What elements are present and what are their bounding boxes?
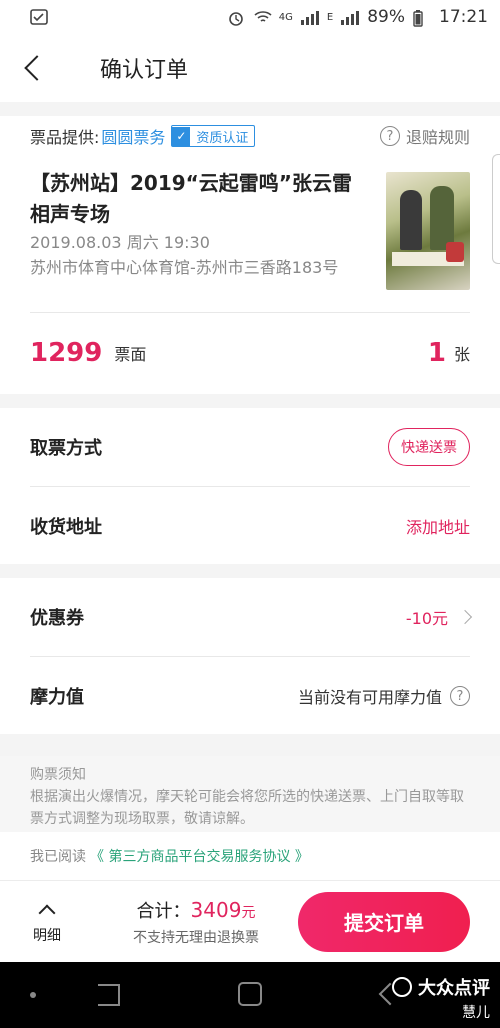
points-value: 当前没有可用摩力值 [297, 688, 442, 707]
battery-percent: 89% [367, 7, 405, 27]
refund-rules-link[interactable]: ? 退赔规则 [379, 124, 470, 148]
event-title: 【苏州站】2019“云起雷鸣”张云雷相声专场 [30, 171, 352, 226]
alarm-icon [227, 9, 245, 26]
watermark: 大众点评 慧儿 [392, 974, 490, 1022]
network-4g-label: 4G [278, 11, 293, 23]
coupon-label: 优惠券 [30, 608, 84, 629]
ticket-price: 1299 [30, 338, 103, 368]
coupon-value: -10元 [405, 609, 448, 628]
provider-label: 票品提供: [30, 128, 100, 147]
add-address-link[interactable]: 添加地址 [406, 514, 470, 538]
delivery-method-right: 快递送票 [388, 428, 470, 466]
battery-icon [413, 9, 431, 27]
clock-time: 17:21 [439, 7, 488, 27]
status-left [30, 9, 48, 25]
ticket-quantity: 1 [427, 338, 446, 368]
discounts-card: 优惠券 -10元 摩力值 当前没有可用摩力值 ? [0, 578, 500, 734]
status-right: 4G E 89% 17:21 [227, 7, 488, 27]
signal2-icon [341, 9, 360, 25]
event-venue: 苏州市体育中心体育馆-苏州市三香路183号 [30, 258, 339, 277]
coupon-row[interactable]: 优惠券 -10元 [0, 578, 500, 656]
refund-rules-label: 退赔规则 [405, 128, 470, 147]
delivery-method-row: 取票方式 快递送票 [0, 408, 500, 486]
watermark-brand-row: 大众点评 [392, 974, 490, 1000]
coupon-right: -10元 [405, 605, 473, 629]
ticket-card: 票品提供: 圆圆票务 ✓ 资质认证 ? 退赔规则 【苏州站】2019“云起雷鸣”… [0, 116, 500, 394]
watermark-user: 慧儿 [462, 1005, 490, 1021]
chevron-right-icon [457, 609, 473, 625]
page-title: 确认订单 [100, 58, 189, 83]
wifi-icon [253, 9, 272, 25]
agreement-prefix: 我已阅读 [30, 849, 86, 865]
address-right: 添加地址 [406, 514, 470, 538]
home-icon[interactable] [238, 982, 262, 1006]
points-row: 摩力值 当前没有可用摩力值 ? [0, 657, 500, 735]
price-row: 1299 票面 1 张 [0, 313, 500, 393]
address-label: 收货地址 [30, 517, 102, 538]
network-e-label: E [326, 11, 334, 23]
checkout-bar: 明细 合计：3409元 不支持无理由退换票 提交订单 [0, 880, 500, 962]
recent-apps-icon[interactable] [98, 984, 120, 1006]
signal-icon [300, 9, 319, 25]
provider-name-link[interactable]: 圆圆票务 [101, 124, 165, 148]
express-delivery-button[interactable]: 快递送票 [388, 428, 470, 466]
dot-icon[interactable] [30, 992, 36, 998]
nav-bar: 确认订单 [0, 34, 500, 102]
purchase-notice: 购票须知 根据演出火爆情况，摩天轮可能会将您所选的快递送票、上门自取等取票方式调… [0, 756, 500, 832]
agreement-link[interactable]: 《 第三方商品平台交易服务协议 》 [90, 846, 309, 866]
edge-panel-handle[interactable] [492, 154, 500, 264]
agreement-row: 我已阅读 《 第三方商品平台交易服务协议 》 [0, 832, 500, 880]
question-icon: ? [379, 126, 400, 146]
check-icon: ✓ [172, 126, 191, 146]
watermark-brand: 大众点评 [418, 978, 490, 999]
delivery-method-label: 取票方式 [30, 438, 102, 459]
event-info-block[interactable]: 【苏州站】2019“云起雷鸣”张云雷相声专场 2019.08.03 周六 19:… [0, 168, 500, 290]
event-date: 2019.08.03 周六 19:30 [30, 233, 210, 252]
dianping-logo-icon [392, 977, 412, 997]
no-refund-note: 不支持无理由退换票 [133, 929, 259, 946]
total-line: 合计：3409元 [137, 897, 256, 923]
event-poster-image[interactable] [386, 172, 470, 290]
details-label: 明细 [33, 927, 61, 944]
cert-badge[interactable]: ✓ 资质认证 [171, 125, 256, 147]
provider-row: 票品提供: 圆圆票务 ✓ 资质认证 ? 退赔规则 [0, 116, 500, 156]
delivery-card: 取票方式 快递送票 收货地址 添加地址 [0, 408, 500, 564]
event-text: 【苏州站】2019“云起雷鸣”张云雷相声专场 2019.08.03 周六 19:… [30, 168, 364, 290]
back-arrow-icon[interactable] [18, 53, 48, 83]
quantity-unit: 张 [453, 345, 470, 364]
points-label: 摩力值 [30, 687, 84, 708]
cert-label: 资质认证 [196, 130, 249, 146]
total-amount: 3409 [190, 897, 242, 922]
status-bar: 4G E 89% 17:21 [0, 0, 500, 34]
address-row[interactable]: 收货地址 添加地址 [0, 487, 500, 565]
details-toggle[interactable]: 明细 [0, 899, 94, 945]
submit-order-button[interactable]: 提交订单 [298, 891, 470, 952]
notice-title: 购票须知 [30, 767, 86, 783]
total-currency: 元 [241, 904, 256, 921]
price-label: 票面 [114, 345, 147, 364]
total-block: 合计：3409元 不支持无理由退换票 [94, 897, 298, 947]
notice-text: 根据演出火爆情况，摩天轮可能会将您所选的快递送票、上门自取等取票方式调整为现场取… [30, 789, 464, 827]
question-icon[interactable]: ? [450, 686, 470, 706]
points-right: 当前没有可用摩力值 ? [298, 684, 470, 708]
total-label: 合计： [136, 900, 191, 922]
notification-icon [30, 9, 48, 25]
chevron-up-icon [38, 904, 56, 921]
